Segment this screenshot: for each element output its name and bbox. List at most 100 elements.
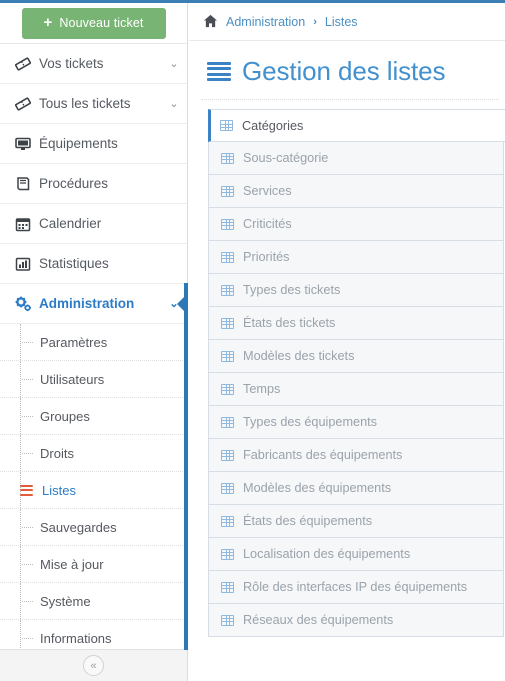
- table-icon: [221, 548, 234, 560]
- new-ticket-button[interactable]: + Nouveau ticket: [21, 7, 166, 39]
- list-item-label: Temps: [243, 382, 281, 396]
- sidebar-item-calendrier[interactable]: Calendrier: [0, 204, 187, 244]
- list-item[interactable]: Modèles des tickets: [209, 340, 503, 373]
- list-item-label: Priorités: [243, 250, 290, 264]
- list-item[interactable]: Rôle des interfaces IP des équipements: [209, 571, 503, 604]
- chevron-double-left-icon: «: [90, 659, 97, 672]
- breadcrumb-separator: ›: [313, 15, 317, 28]
- list-item[interactable]: Fabricants des équipements: [209, 439, 503, 472]
- sidebar-item-statistiques[interactable]: Statistiques: [0, 244, 187, 284]
- submenu-item-label: Utilisateurs: [40, 371, 105, 387]
- sidebar-item-administration[interactable]: Administration ⌄: [0, 284, 187, 324]
- submenu-item-label: Droits: [40, 445, 74, 461]
- list-item[interactable]: Catégories: [208, 109, 505, 142]
- sidebar-item-label: Administration: [39, 296, 135, 311]
- ticket-icon: [15, 56, 39, 72]
- main-content: Administration › Listes Gestion des list…: [189, 3, 505, 681]
- sidebar-nav: Vos tickets ⌄ Tous les tickets ⌄ Équipements…: [0, 44, 187, 324]
- sidebar-item-quipements[interactable]: Équipements: [0, 124, 187, 164]
- calendar-icon: [15, 216, 39, 232]
- top-accent-bar: [0, 0, 505, 3]
- submenu-item-listes[interactable]: Listes: [0, 472, 187, 509]
- tree-branch-line: [22, 452, 33, 454]
- tree-branch-line: [22, 600, 33, 602]
- table-icon: [221, 152, 234, 164]
- submenu-item-mise-jour[interactable]: Mise à jour: [0, 546, 187, 583]
- sidebar-item-label: Vos tickets: [39, 56, 104, 71]
- list-item[interactable]: Temps: [209, 373, 503, 406]
- breadcrumb: Administration › Listes: [189, 3, 505, 41]
- list-item-label: Types des tickets: [243, 283, 341, 297]
- sidebar-item-label: Statistiques: [39, 256, 109, 271]
- submenu-item-droits[interactable]: Droits: [0, 435, 187, 472]
- table-icon: [220, 120, 233, 131]
- sidebar-item-proc-dures[interactable]: Procédures: [0, 164, 187, 204]
- submenu-item-label: Informations: [40, 630, 112, 646]
- submenu-item-sauvegardes[interactable]: Sauvegardes: [0, 509, 187, 546]
- list-item-label: Sous-catégorie: [243, 151, 329, 165]
- sidebar-footer: «: [0, 649, 187, 681]
- submenu-item-groupes[interactable]: Groupes: [0, 398, 187, 435]
- list-item-label: Localisation des équipements: [243, 547, 411, 561]
- submenu-item-label: Système: [40, 593, 91, 609]
- breadcrumb-item-listes[interactable]: Listes: [325, 15, 358, 29]
- list-lines-icon: [207, 62, 231, 81]
- tree-branch-line: [22, 526, 33, 528]
- submenu-item-label: Sauvegardes: [40, 519, 117, 535]
- submenu-item-param-tres[interactable]: Paramètres: [0, 324, 187, 361]
- table-icon: [221, 251, 234, 263]
- lists-group: Catégories Sous-catégorie Services Criticit…: [208, 109, 505, 637]
- plus-icon: +: [43, 13, 53, 31]
- submenu-active-rail: [184, 283, 188, 650]
- chevron-down-icon[interactable]: ⌄: [161, 97, 187, 110]
- list-item[interactable]: Localisation des équipements: [209, 538, 503, 571]
- submenu-item-label: Mise à jour: [40, 556, 104, 572]
- list-item[interactable]: États des tickets: [209, 307, 503, 340]
- list-item[interactable]: Modèles des équipements: [209, 472, 503, 505]
- home-icon[interactable]: [203, 14, 218, 28]
- list-item[interactable]: Types des tickets: [209, 274, 503, 307]
- list-item-label: Modèles des tickets: [243, 349, 355, 363]
- table-icon: [221, 515, 234, 527]
- table-icon: [221, 317, 234, 329]
- sidebar-item-label: Calendrier: [39, 216, 102, 231]
- sidebar-collapse-button[interactable]: «: [83, 655, 104, 676]
- table-icon: [221, 449, 234, 461]
- sidebar-item-tous-les-tickets[interactable]: Tous les tickets ⌄: [0, 84, 187, 124]
- chevron-down-icon[interactable]: ⌄: [161, 57, 187, 70]
- sidebar-item-label: Procédures: [39, 176, 109, 191]
- list-item[interactable]: Priorités: [209, 241, 503, 274]
- submenu-item-utilisateurs[interactable]: Utilisateurs: [0, 361, 187, 398]
- table-icon: [221, 350, 234, 362]
- list-item-label: Catégories: [242, 118, 304, 133]
- table-icon: [221, 416, 234, 428]
- list-item[interactable]: Types des équipements: [209, 406, 503, 439]
- list-item-label: Rôle des interfaces IP des équipements: [243, 580, 468, 594]
- list-item[interactable]: Réseaux des équipements: [209, 604, 503, 637]
- title-divider: [201, 99, 499, 100]
- list-item[interactable]: Criticités: [209, 208, 503, 241]
- list-item[interactable]: Services: [209, 175, 503, 208]
- bar-chart-icon: [15, 256, 39, 272]
- list-item[interactable]: États des équipements: [209, 505, 503, 538]
- list-item[interactable]: Sous-catégorie: [209, 142, 503, 175]
- sidebar-item-vos-tickets[interactable]: Vos tickets ⌄: [0, 44, 187, 84]
- submenu-item-syst-me[interactable]: Système: [0, 583, 187, 620]
- list-item-label: Criticités: [243, 217, 292, 231]
- breadcrumb-item-administration[interactable]: Administration: [226, 15, 305, 29]
- submenu-item-label: Listes: [42, 482, 76, 498]
- table-icon: [221, 482, 234, 494]
- table-icon: [221, 383, 234, 395]
- sidebar-submenu: Paramètres Utilisateurs Groupes Droits Liste…: [0, 324, 187, 657]
- page-title-container: Gestion des listes: [189, 41, 505, 99]
- table-icon: [221, 218, 234, 230]
- list-icon: [20, 484, 33, 496]
- list-item-label: Types des équipements: [243, 415, 378, 429]
- table-icon: [221, 614, 234, 626]
- table-icon: [221, 185, 234, 197]
- sidebar-item-label: Équipements: [39, 136, 118, 151]
- sidebar: + Nouveau ticket Vos tickets ⌄ Tous les ti…: [0, 3, 188, 681]
- gears-icon: [15, 296, 39, 312]
- tree-branch-line: [22, 415, 33, 417]
- tree-branch-line: [22, 378, 33, 380]
